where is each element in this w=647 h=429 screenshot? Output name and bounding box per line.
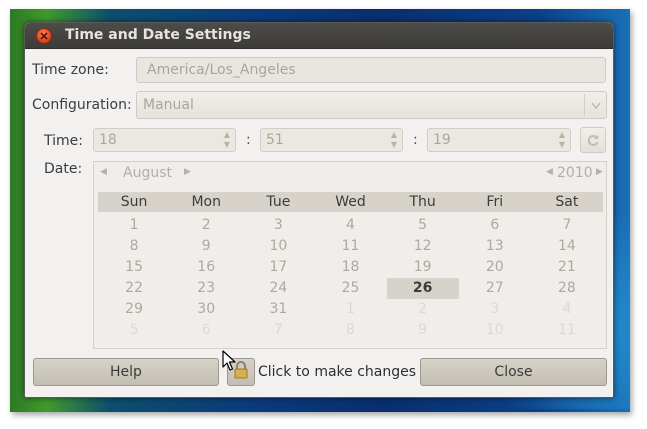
calendar-day-other-month[interactable]: 2	[387, 299, 459, 320]
calendar-day[interactable]: 6	[459, 215, 531, 236]
calendar-day[interactable]: 12	[387, 236, 459, 257]
calendar-header: ◀ August ▶ ◀ 2010 ▶	[94, 162, 606, 186]
weekday-fri: Fri	[486, 194, 504, 210]
hours-spinner[interactable]: 18 ▲ ▼	[93, 128, 236, 152]
calendar-day[interactable]: 21	[531, 257, 603, 278]
weekday-header: Sun Mon Tue Wed Thu Fri Sat	[98, 192, 603, 212]
calendar-day[interactable]: 18	[314, 257, 386, 278]
weekday-tue: Tue	[266, 194, 291, 210]
calendar-day[interactable]: 7	[531, 215, 603, 236]
calendar-day[interactable]: 28	[531, 278, 603, 299]
refresh-icon[interactable]	[580, 127, 606, 153]
time-separator: :	[246, 132, 251, 148]
weekday-sat: Sat	[555, 194, 579, 210]
calendar-day[interactable]: 8	[98, 236, 170, 257]
window-title: Time and Date Settings	[65, 27, 251, 43]
calendar-day[interactable]: 27	[459, 278, 531, 299]
calendar-day[interactable]: 29	[98, 299, 170, 320]
calendar-day[interactable]: 4	[314, 215, 386, 236]
calendar-week: 5 6 7 8 9 10 11	[98, 320, 603, 341]
calendar-day-other-month[interactable]: 3	[459, 299, 531, 320]
calendar-month: August	[123, 165, 172, 181]
configuration-label: Configuration:	[32, 97, 132, 113]
close-button[interactable]: Close	[420, 358, 607, 386]
calendar-day-other-month[interactable]: 10	[459, 320, 531, 341]
time-separator-2: :	[413, 132, 418, 148]
calendar-day[interactable]: 24	[242, 278, 314, 299]
calendar-day[interactable]: 2	[170, 215, 242, 236]
calendar-week: 22 23 24 25 26 27 28	[98, 278, 603, 299]
weekday-wed: Wed	[335, 194, 366, 210]
configuration-value: Manual	[143, 97, 194, 113]
title-bar[interactable]: Time and Date Settings	[25, 23, 613, 49]
weekday-thu: Thu	[409, 194, 436, 210]
calendar-day[interactable]: 22	[98, 278, 170, 299]
calendar-day[interactable]: 19	[387, 257, 459, 278]
seconds-value: 19	[433, 132, 451, 148]
date-label: Date:	[44, 161, 83, 177]
calendar-day[interactable]: 10	[242, 236, 314, 257]
prev-month-icon[interactable]: ◀	[100, 167, 107, 177]
hours-value: 18	[99, 132, 117, 148]
weekday-sun: Sun	[120, 194, 148, 210]
weekday-mon: Mon	[191, 194, 221, 210]
calendar-day-selected[interactable]: 26	[386, 278, 459, 299]
calendar-week: 1 2 3 4 5 6 7	[98, 215, 603, 236]
chevron-down-icon[interactable]	[584, 94, 606, 116]
seconds-stepper-arrows[interactable]: ▲ ▼	[556, 130, 568, 150]
next-year-icon[interactable]: ▶	[596, 167, 603, 177]
calendar-day[interactable]: 13	[459, 236, 531, 257]
configuration-dropdown[interactable]: Manual	[136, 91, 607, 119]
calendar-day-other-month[interactable]: 1	[314, 299, 386, 320]
calendar-day-other-month[interactable]: 8	[314, 320, 386, 341]
timezone-label: Time zone:	[32, 62, 109, 78]
prev-year-icon[interactable]: ◀	[546, 167, 553, 177]
timezone-value: America/Los_Angeles	[147, 62, 296, 78]
calendar-day[interactable]: 30	[170, 299, 242, 320]
calendar-day[interactable]: 11	[314, 236, 386, 257]
calendar-day[interactable]: 16	[170, 257, 242, 278]
help-button[interactable]: Help	[33, 358, 219, 386]
unlock-label[interactable]: Click to make changes	[258, 364, 416, 380]
timezone-field[interactable]: America/Los_Angeles	[136, 57, 606, 83]
calendar-week: 8 9 10 11 12 13 14	[98, 236, 603, 257]
close-button-label: Close	[494, 364, 533, 380]
minutes-value: 51	[266, 132, 284, 148]
calendar-week: 15 16 17 18 19 20 21	[98, 257, 603, 278]
calendar-day[interactable]: 9	[170, 236, 242, 257]
calendar-day-other-month[interactable]: 6	[170, 320, 242, 341]
calendar-day[interactable]: 20	[459, 257, 531, 278]
minutes-stepper-arrows[interactable]: ▲ ▼	[388, 130, 400, 150]
calendar-day[interactable]: 14	[531, 236, 603, 257]
calendar-day[interactable]: 1	[98, 215, 170, 236]
calendar-day[interactable]: 17	[242, 257, 314, 278]
mouse-pointer-icon	[222, 350, 236, 376]
calendar-year: 2010	[557, 165, 593, 181]
calendar-day[interactable]: 31	[242, 299, 314, 320]
seconds-spinner[interactable]: 19 ▲ ▼	[427, 128, 571, 152]
time-label: Time:	[44, 133, 83, 149]
calendar[interactable]: ◀ August ▶ ◀ 2010 ▶ Sun Mon Tue Wed Thu …	[93, 161, 607, 349]
calendar-day[interactable]: 23	[170, 278, 242, 299]
calendar-day[interactable]: 15	[98, 257, 170, 278]
help-button-label: Help	[110, 364, 142, 380]
calendar-day[interactable]: 5	[387, 215, 459, 236]
calendar-day-other-month[interactable]: 5	[98, 320, 170, 341]
calendar-week: 29 30 31 1 2 3 4	[98, 299, 603, 320]
calendar-day[interactable]: 25	[314, 278, 386, 299]
time-date-settings-window: Time and Date Settings Time zone: Americ…	[24, 22, 614, 398]
minutes-spinner[interactable]: 51 ▲ ▼	[260, 128, 403, 152]
calendar-day-other-month[interactable]: 9	[387, 320, 459, 341]
next-month-icon[interactable]: ▶	[184, 167, 191, 177]
calendar-day[interactable]: 3	[242, 215, 314, 236]
calendar-day-other-month[interactable]: 7	[242, 320, 314, 341]
hours-stepper-arrows[interactable]: ▲ ▼	[221, 130, 233, 150]
calendar-grid: 1 2 3 4 5 6 7 8 9 10 11 12 13 14 15 16 1…	[98, 215, 603, 341]
calendar-day-other-month[interactable]: 4	[531, 299, 603, 320]
close-icon[interactable]	[36, 28, 52, 44]
calendar-day-other-month[interactable]: 11	[531, 320, 603, 341]
